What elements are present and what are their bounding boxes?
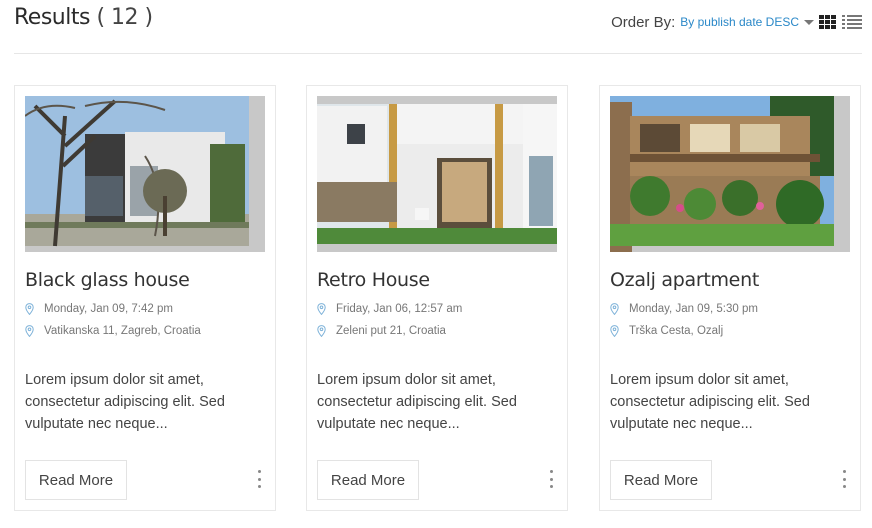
listing-date: Monday, Jan 09, 5:30 pm: [610, 303, 758, 315]
list-view-icon[interactable]: [842, 15, 862, 29]
more-options-icon[interactable]: [841, 470, 847, 488]
location-pin-icon: [610, 325, 619, 337]
more-options-icon[interactable]: [548, 470, 554, 488]
listing-title[interactable]: Ozalj apartment: [610, 269, 759, 291]
results-header: Results ( 12 ) Order By: By publish date…: [14, 0, 862, 54]
listing-description: Lorem ipsum dolor sit amet, consectetur …: [610, 372, 810, 432]
location-pin-icon: [25, 303, 34, 315]
listing-date-text: Monday, Jan 09, 5:30 pm: [629, 303, 758, 315]
listing-address-text: Trška Cesta, Ozalj: [629, 325, 724, 337]
location-pin-icon: [317, 303, 326, 315]
results-count: ( 12 ): [96, 5, 153, 30]
results-title: Results ( 12 ): [14, 5, 153, 30]
listing-description: Lorem ipsum dolor sit amet, consectetur …: [317, 372, 517, 432]
order-by-control: Order By: By publish date DESC: [611, 12, 862, 32]
listing-title[interactable]: Black glass house: [25, 269, 190, 291]
listing-card: Ozalj apartment Monday, Jan 09, 5:30 pm …: [599, 85, 861, 511]
more-options-icon[interactable]: [256, 470, 262, 488]
listing-photo[interactable]: [610, 96, 850, 252]
order-by-label: Order By:: [611, 13, 676, 31]
listing-card: Black glass house Monday, Jan 09, 7:42 p…: [14, 85, 276, 511]
listing-address-text: Vatikanska 11, Zagreb, Croatia: [44, 325, 201, 337]
listing-description: Lorem ipsum dolor sit amet, consectetur …: [25, 372, 225, 432]
location-pin-icon: [25, 325, 34, 337]
read-more-button[interactable]: Read More: [610, 460, 712, 500]
listing-photo[interactable]: [317, 96, 557, 252]
listing-card: Retro House Friday, Jan 06, 12:57 am Zel…: [306, 85, 568, 511]
listing-address-text: Zeleni put 21, Croatia: [336, 325, 446, 337]
results-label: Results: [14, 5, 90, 30]
order-by-select[interactable]: By publish date DESC: [680, 15, 799, 29]
listing-address: Trška Cesta, Ozalj: [610, 325, 723, 337]
location-pin-icon: [610, 303, 619, 315]
chevron-down-icon[interactable]: [804, 19, 814, 25]
read-more-button[interactable]: Read More: [317, 460, 419, 500]
listing-date: Friday, Jan 06, 12:57 am: [317, 303, 462, 315]
listing-date-text: Monday, Jan 09, 7:42 pm: [44, 303, 173, 315]
listing-date-text: Friday, Jan 06, 12:57 am: [336, 303, 463, 315]
listing-photo[interactable]: [25, 96, 265, 252]
listing-address: Vatikanska 11, Zagreb, Croatia: [25, 325, 201, 337]
listing-address: Zeleni put 21, Croatia: [317, 325, 446, 337]
listing-date: Monday, Jan 09, 7:42 pm: [25, 303, 173, 315]
listing-title[interactable]: Retro House: [317, 269, 430, 291]
location-pin-icon: [317, 325, 326, 337]
grid-view-icon[interactable]: [819, 15, 837, 29]
read-more-button[interactable]: Read More: [25, 460, 127, 500]
